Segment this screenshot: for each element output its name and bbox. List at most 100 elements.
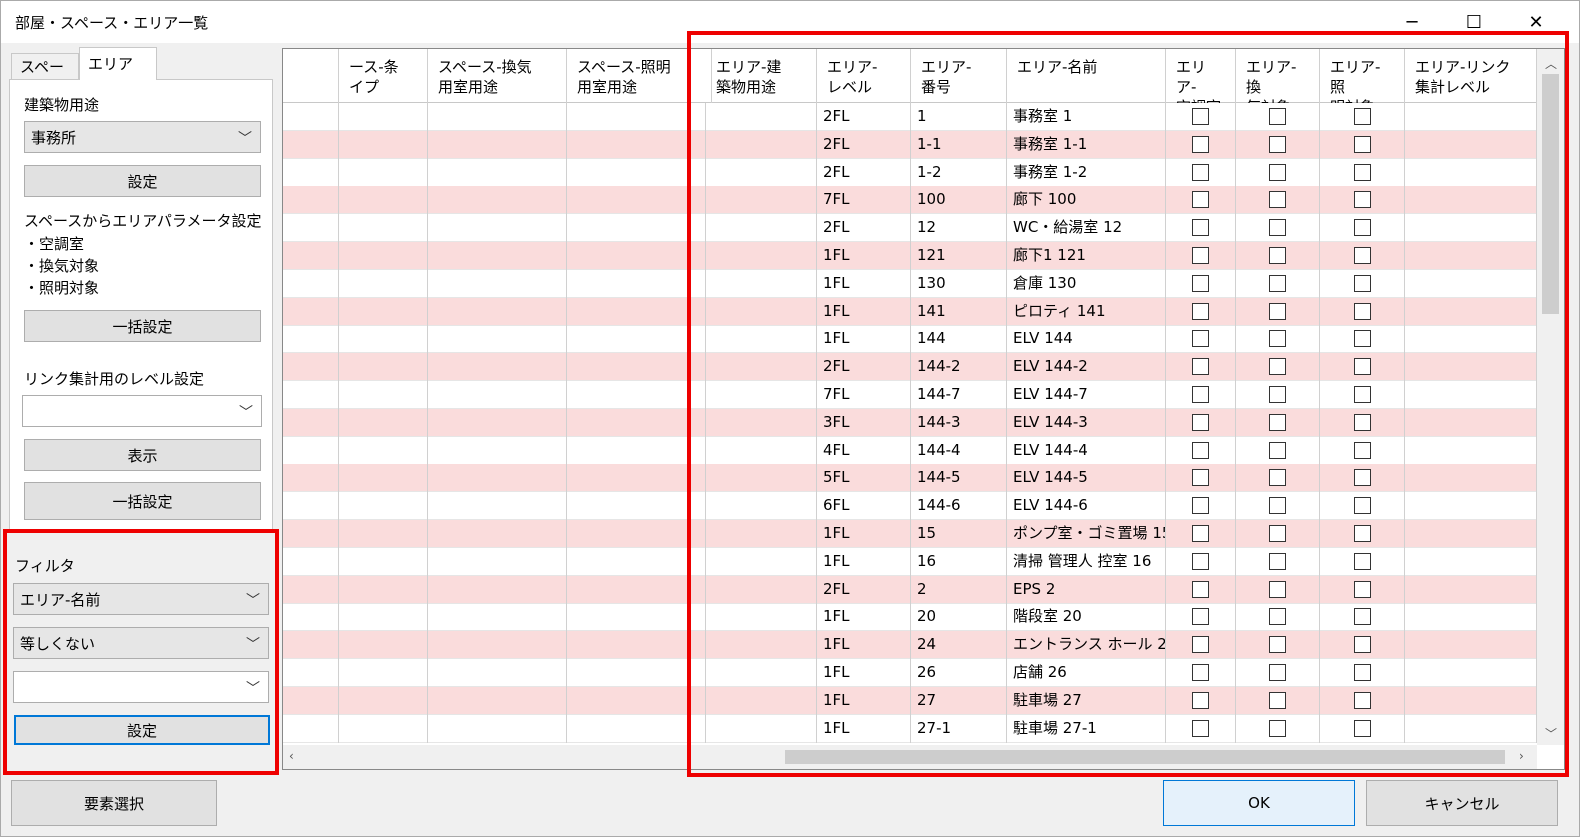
checkbox[interactable] xyxy=(1269,108,1286,125)
cell-area-number[interactable]: 144-3 xyxy=(911,408,1007,437)
checkbox[interactable] xyxy=(1353,135,1371,153)
col-header-area-link-level[interactable]: エリア-リンク 集計レベル xyxy=(1405,49,1537,103)
cell-area-number[interactable]: 144 xyxy=(911,325,1007,354)
checkbox[interactable] xyxy=(1353,247,1371,264)
cell-separator[interactable] xyxy=(691,103,706,131)
checkbox[interactable] xyxy=(1269,358,1286,376)
checkbox[interactable] xyxy=(1269,330,1286,348)
cell-blank[interactable] xyxy=(283,269,339,298)
checkbox[interactable] xyxy=(1192,358,1209,376)
col-header-blank[interactable] xyxy=(283,49,339,103)
cell-area-building-use[interactable] xyxy=(706,659,817,687)
cell-separator[interactable] xyxy=(691,297,706,326)
cell-separator[interactable] xyxy=(691,130,706,159)
checkbox[interactable] xyxy=(1269,274,1286,292)
cell-area-name[interactable]: 事務室 1-1 xyxy=(1007,130,1166,159)
cell-area-name[interactable]: ポンプ室・ゴミ置場 15 xyxy=(1007,520,1166,548)
cell-area-link-level[interactable] xyxy=(1405,520,1537,548)
cell-area-lighting[interactable] xyxy=(1320,547,1405,576)
cell-blank[interactable] xyxy=(283,130,339,159)
cell-area-building-use[interactable] xyxy=(706,103,817,131)
cell-area-air-conditioning[interactable] xyxy=(1166,575,1236,604)
cell-separator[interactable] xyxy=(691,631,706,660)
cell-area-name[interactable]: ピロティ 141 xyxy=(1007,297,1166,326)
checkbox[interactable] xyxy=(1192,664,1209,681)
cell-area-building-use[interactable] xyxy=(706,242,817,270)
filter-value-select[interactable]: ﹀ xyxy=(13,671,269,703)
bulk-set-button-2[interactable]: 一括設定 xyxy=(24,482,261,520)
cell-space-ventilation-use[interactable] xyxy=(428,103,567,131)
cell-area-building-use[interactable] xyxy=(706,603,817,632)
cell-area-building-use[interactable] xyxy=(706,353,817,382)
cell-area-number[interactable]: 121 xyxy=(911,242,1007,270)
cell-space-type[interactable] xyxy=(339,242,428,270)
cell-space-ventilation-use[interactable] xyxy=(428,603,567,632)
table-row[interactable]: 2FL 1-2 事務室 1-2 xyxy=(283,158,1537,187)
cell-space-lighting-use[interactable] xyxy=(567,297,691,326)
table-row[interactable]: 6FL 144-6 ELV 144-6 xyxy=(283,492,1537,521)
cell-space-type[interactable] xyxy=(339,464,428,493)
checkbox[interactable] xyxy=(1192,274,1209,292)
table-row[interactable]: 2FL 144-2 ELV 144-2 xyxy=(283,353,1537,382)
cell-area-link-level[interactable] xyxy=(1405,214,1537,243)
cell-space-lighting-use[interactable] xyxy=(567,659,691,687)
cell-area-link-level[interactable] xyxy=(1405,686,1537,715)
cell-area-ventilation[interactable] xyxy=(1236,158,1320,187)
checkbox[interactable] xyxy=(1353,580,1371,598)
cell-area-level[interactable]: 3FL xyxy=(817,408,911,437)
cell-area-link-level[interactable] xyxy=(1405,659,1537,687)
cell-space-ventilation-use[interactable] xyxy=(428,214,567,243)
cell-separator[interactable] xyxy=(691,714,706,743)
col-header-area-air-conditioning[interactable]: エリア- 空調室 xyxy=(1166,49,1236,103)
minimize-icon[interactable]: ─ xyxy=(1381,1,1443,43)
cell-space-lighting-use[interactable] xyxy=(567,603,691,632)
checkbox[interactable] xyxy=(1353,608,1371,626)
cell-space-ventilation-use[interactable] xyxy=(428,686,567,715)
cell-space-type[interactable] xyxy=(339,520,428,548)
col-header-area-lighting[interactable]: エリア-照 明対象 xyxy=(1320,49,1405,103)
cell-area-level[interactable]: 1FL xyxy=(817,714,911,743)
cell-area-building-use[interactable] xyxy=(706,130,817,159)
cell-area-ventilation[interactable] xyxy=(1236,214,1320,243)
table-row[interactable]: 2FL 2 EPS 2 xyxy=(283,575,1537,604)
cell-area-name[interactable]: 事務室 1 xyxy=(1007,103,1166,131)
cell-area-building-use[interactable] xyxy=(706,714,817,743)
cell-space-lighting-use[interactable] xyxy=(567,353,691,382)
cell-area-link-level[interactable] xyxy=(1405,353,1537,382)
checkbox[interactable] xyxy=(1269,441,1286,459)
tab-space[interactable]: スペース xyxy=(11,53,79,97)
cell-area-link-level[interactable] xyxy=(1405,325,1537,354)
cell-area-ventilation[interactable] xyxy=(1236,381,1320,409)
cell-space-ventilation-use[interactable] xyxy=(428,186,567,215)
cell-space-type[interactable] xyxy=(339,130,428,159)
cell-area-air-conditioning[interactable] xyxy=(1166,436,1236,465)
cell-space-type[interactable] xyxy=(339,103,428,131)
cell-area-ventilation[interactable] xyxy=(1236,547,1320,576)
cell-area-level[interactable]: 7FL xyxy=(817,381,911,409)
cell-area-level[interactable]: 2FL xyxy=(817,158,911,187)
checkbox[interactable] xyxy=(1269,469,1286,487)
table-row[interactable]: 1FL 16 清掃 管理人 控室 16 xyxy=(283,547,1537,576)
cell-space-lighting-use[interactable] xyxy=(567,714,691,743)
checkbox[interactable] xyxy=(1269,608,1286,626)
cell-space-type[interactable] xyxy=(339,214,428,243)
cell-blank[interactable] xyxy=(283,631,339,660)
cell-area-air-conditioning[interactable] xyxy=(1166,158,1236,187)
cell-area-lighting[interactable] xyxy=(1320,603,1405,632)
cell-area-ventilation[interactable] xyxy=(1236,464,1320,493)
cell-area-building-use[interactable] xyxy=(706,269,817,298)
cell-separator[interactable] xyxy=(691,353,706,382)
checkbox[interactable] xyxy=(1353,413,1371,431)
cell-space-ventilation-use[interactable] xyxy=(428,631,567,660)
cell-area-link-level[interactable] xyxy=(1405,242,1537,270)
cell-space-type[interactable] xyxy=(339,575,428,604)
vertical-scrollbar[interactable]: ︿ ﹀ xyxy=(1537,49,1564,745)
cell-area-level[interactable]: 1FL xyxy=(817,325,911,354)
cell-area-building-use[interactable] xyxy=(706,214,817,243)
scroll-up-icon[interactable]: ︿ xyxy=(1545,55,1557,72)
cell-area-lighting[interactable] xyxy=(1320,520,1405,548)
cell-area-lighting[interactable] xyxy=(1320,436,1405,465)
cell-separator[interactable] xyxy=(691,158,706,187)
cell-area-air-conditioning[interactable] xyxy=(1166,686,1236,715)
cell-area-lighting[interactable] xyxy=(1320,353,1405,382)
